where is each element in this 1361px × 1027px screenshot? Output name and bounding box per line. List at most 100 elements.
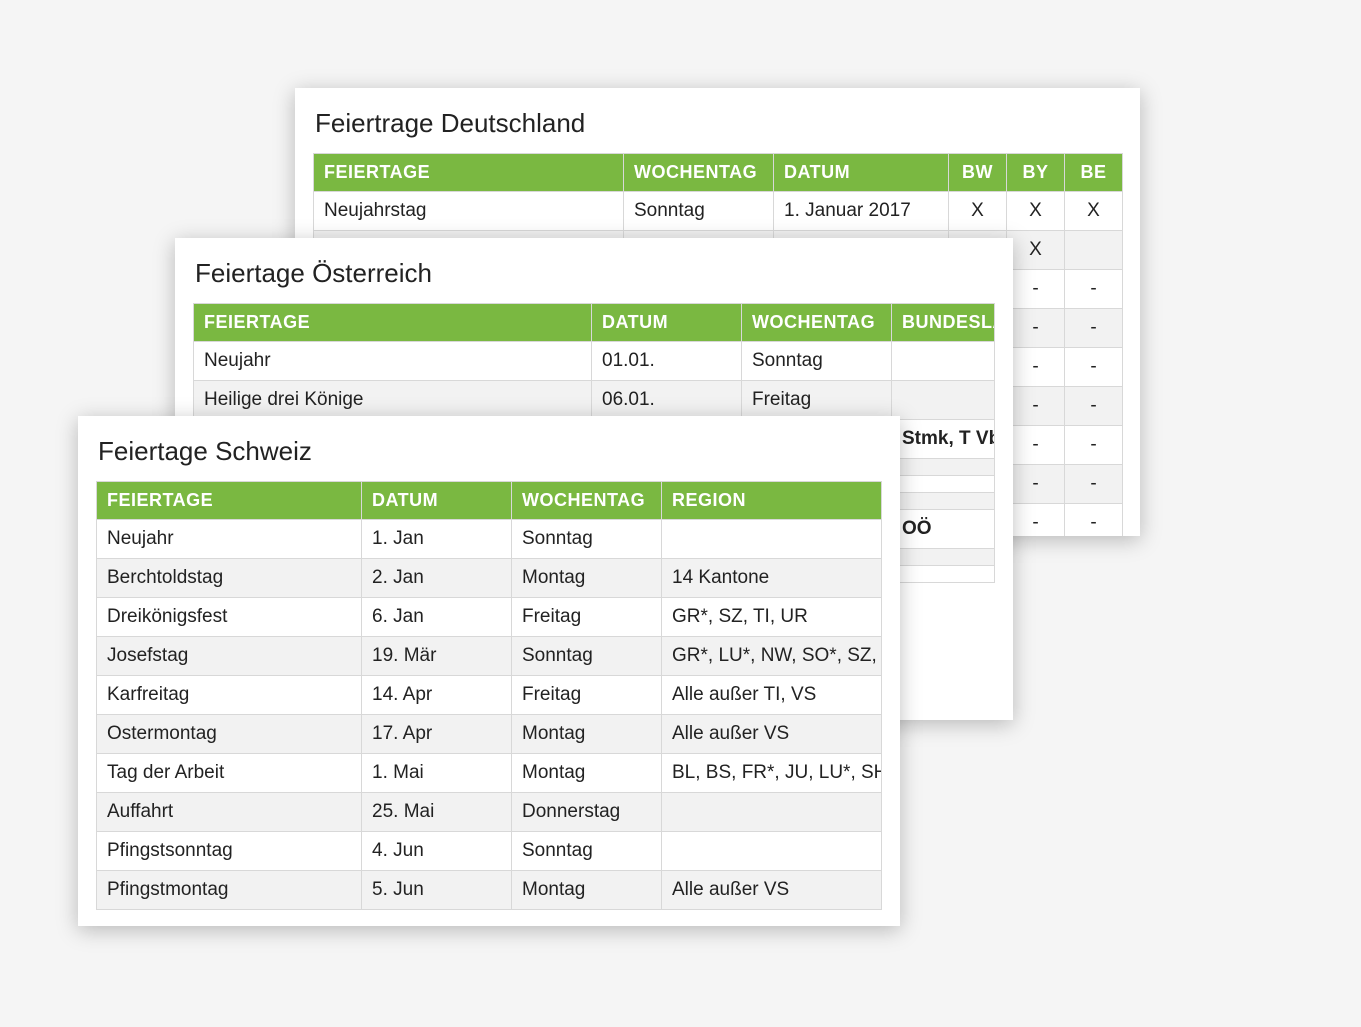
- table-row: Neujahr1. JanSonntag: [97, 520, 882, 559]
- cell: Ostermontag: [97, 715, 362, 754]
- cell: [892, 342, 995, 381]
- cell: 01.01.: [592, 342, 742, 381]
- cell: 17. Apr: [362, 715, 512, 754]
- cell: 14. Apr: [362, 676, 512, 715]
- cell: 1. Jan: [362, 520, 512, 559]
- cell: -: [1007, 504, 1065, 537]
- cell: -: [1065, 504, 1123, 537]
- th: DATUM: [362, 482, 512, 520]
- table-row: Neujahr01.01.Sonntag: [194, 342, 995, 381]
- cell: Montag: [512, 754, 662, 793]
- table-row: Pfingstsonntag4. JunSonntag: [97, 832, 882, 871]
- cell: GR*, SZ, TI, UR: [662, 598, 882, 637]
- cell: Neujahr: [194, 342, 592, 381]
- cell: X: [1065, 192, 1123, 231]
- cell: [892, 476, 995, 493]
- th: WOCHENTAG: [742, 304, 892, 342]
- cell: Alle außer VS: [662, 871, 882, 910]
- th: BY: [1007, 154, 1065, 192]
- cell: 14 Kantone: [662, 559, 882, 598]
- table-row: Pfingstmontag5. JunMontagAlle außer VS: [97, 871, 882, 910]
- cell: [892, 381, 995, 420]
- cell: Montag: [512, 871, 662, 910]
- cell: Berchtoldstag: [97, 559, 362, 598]
- table-switzerland: FEIERTAGE DATUM WOCHENTAG REGION Neujahr…: [96, 481, 882, 910]
- cell: 1. Mai: [362, 754, 512, 793]
- cell: Josefstag: [97, 637, 362, 676]
- cell: 06.01.: [592, 381, 742, 420]
- cell: Alle außer TI, VS: [662, 676, 882, 715]
- table-header-row: FEIERTAGE DATUM WOCHENTAG REGION: [97, 482, 882, 520]
- th: BW: [949, 154, 1007, 192]
- card-switzerland: Feiertage Schweiz FEIERTAGE DATUM WOCHEN…: [78, 416, 900, 926]
- cell: -: [1065, 426, 1123, 465]
- cell: Alle außer VS: [662, 715, 882, 754]
- cell: Stmk, T Vbg: [892, 420, 995, 459]
- th: FEIERTAGE: [97, 482, 362, 520]
- cell: OÖ: [892, 510, 995, 549]
- cell: [662, 520, 882, 559]
- table-row: Ostermontag17. AprMontagAlle außer VS: [97, 715, 882, 754]
- cell: -: [1007, 387, 1065, 426]
- table-row: Josefstag19. MärSonntagGR*, LU*, NW, SO*…: [97, 637, 882, 676]
- cell: -: [1065, 465, 1123, 504]
- cell: [662, 793, 882, 832]
- cell: Dreikönigsfest: [97, 598, 362, 637]
- cell: [892, 459, 995, 476]
- cell: -: [1007, 426, 1065, 465]
- cell: [1065, 231, 1123, 270]
- cell: -: [1065, 387, 1123, 426]
- cell: -: [1007, 309, 1065, 348]
- table-row: Heilige drei Könige06.01.Freitag: [194, 381, 995, 420]
- cell: -: [1007, 270, 1065, 309]
- cell: Montag: [512, 559, 662, 598]
- card-title-switzerland: Feiertage Schweiz: [98, 436, 880, 467]
- table-row: Karfreitag14. AprFreitagAlle außer TI, V…: [97, 676, 882, 715]
- canvas: Feiertrage Deutschland FEIERTAGE WOCHENT…: [0, 0, 1361, 1027]
- cell: Sonntag: [742, 342, 892, 381]
- table-row: NeujahrstagSonntag1. Januar 2017XXX: [314, 192, 1123, 231]
- cell: X: [1007, 231, 1065, 270]
- cell: BL, BS, FR*, JU, LU*, SH, S: [662, 754, 882, 793]
- table-header-row: FEIERTAGE WOCHENTAG DATUM BW BY BE: [314, 154, 1123, 192]
- cell: -: [1065, 348, 1123, 387]
- cell: 4. Jun: [362, 832, 512, 871]
- table-row: Auffahrt25. MaiDonnerstag: [97, 793, 882, 832]
- th: DATUM: [774, 154, 949, 192]
- cell: Sonntag: [512, 637, 662, 676]
- cell: Pfingstsonntag: [97, 832, 362, 871]
- table-header-row: FEIERTAGE DATUM WOCHENTAG BUNDESLAND: [194, 304, 995, 342]
- cell: Neujahrstag: [314, 192, 624, 231]
- cell: Auffahrt: [97, 793, 362, 832]
- th: BUNDESLAND: [892, 304, 995, 342]
- cell: -: [1065, 309, 1123, 348]
- card-title-austria: Feiertage Österreich: [195, 258, 993, 289]
- th: BE: [1065, 154, 1123, 192]
- cell: 5. Jun: [362, 871, 512, 910]
- cell: Tag der Arbeit: [97, 754, 362, 793]
- table-row: Dreikönigsfest6. JanFreitagGR*, SZ, TI, …: [97, 598, 882, 637]
- table-row: Tag der Arbeit1. MaiMontagBL, BS, FR*, J…: [97, 754, 882, 793]
- cell: [892, 566, 995, 583]
- table-row: Berchtoldstag2. JanMontag14 Kantone: [97, 559, 882, 598]
- cell: 2. Jan: [362, 559, 512, 598]
- cell: Freitag: [742, 381, 892, 420]
- cell: 25. Mai: [362, 793, 512, 832]
- th: FEIERTAGE: [194, 304, 592, 342]
- cell: 19. Mär: [362, 637, 512, 676]
- th: WOCHENTAG: [624, 154, 774, 192]
- cell: Pfingstmontag: [97, 871, 362, 910]
- cell: Sonntag: [624, 192, 774, 231]
- cell: X: [1007, 192, 1065, 231]
- cell: Heilige drei Könige: [194, 381, 592, 420]
- cell: 1. Januar 2017: [774, 192, 949, 231]
- cell: Freitag: [512, 676, 662, 715]
- cell: -: [1065, 270, 1123, 309]
- card-title-germany: Feiertrage Deutschland: [315, 108, 1120, 139]
- cell: Sonntag: [512, 520, 662, 559]
- cell: Neujahr: [97, 520, 362, 559]
- cell: X: [949, 192, 1007, 231]
- cell: Montag: [512, 715, 662, 754]
- cell: -: [1007, 348, 1065, 387]
- cell: Sonntag: [512, 832, 662, 871]
